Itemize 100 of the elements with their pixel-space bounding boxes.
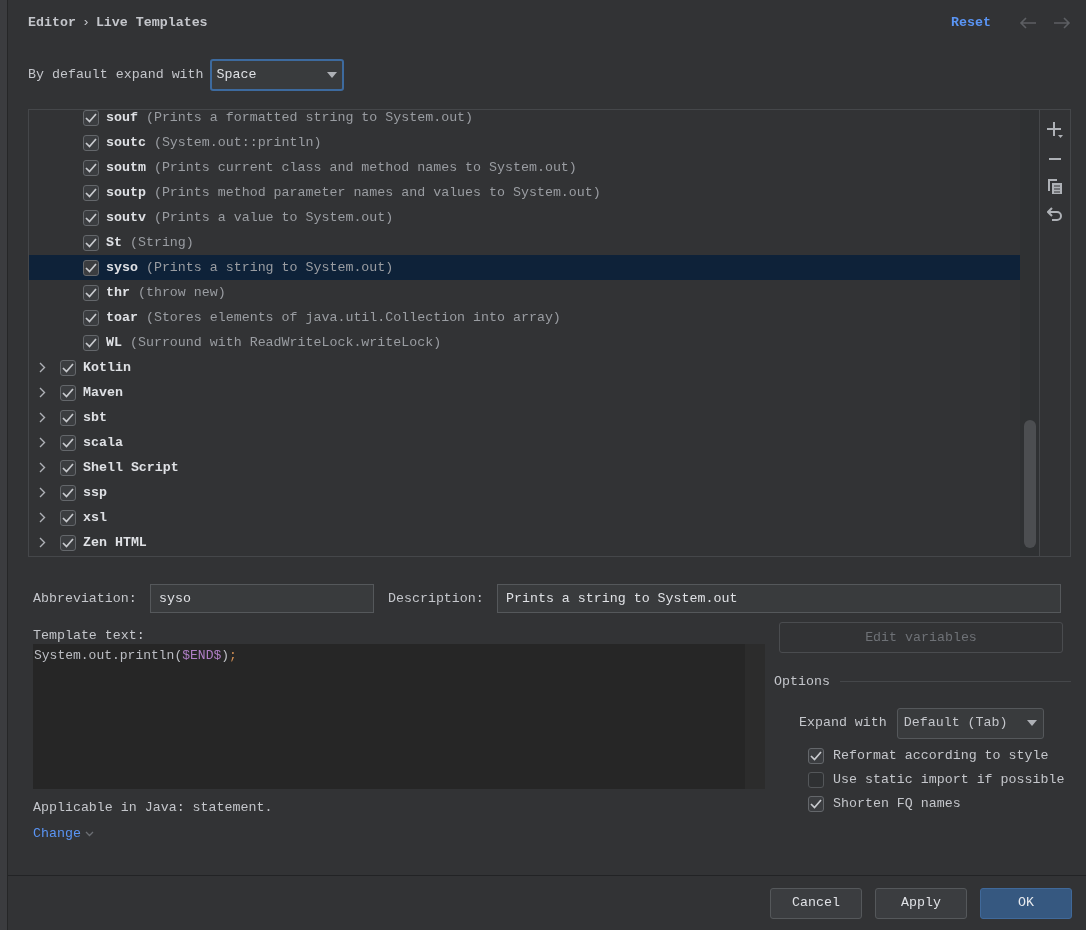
template-editor[interactable]: System.out.println($END$);: [33, 644, 765, 789]
breadcrumb-item: Live Templates: [95, 14, 208, 33]
group-row[interactable]: Zen HTML: [29, 530, 1020, 555]
scrollbar-thumb[interactable]: [1023, 420, 1036, 548]
dropdown-arrow-icon: [326, 72, 337, 78]
description-field[interactable]: Prints a string to System.out: [497, 584, 1061, 613]
checkbox[interactable]: [808, 747, 824, 764]
template-row[interactable]: soutc (System.out::println): [29, 130, 1020, 155]
checkbox[interactable]: [83, 259, 99, 276]
group-name: Kotlin: [83, 358, 131, 377]
template-abbreviation: soutm: [106, 158, 146, 177]
template-description: (Prints a value to System.out): [153, 208, 394, 227]
group-name: ssp: [83, 483, 107, 502]
add-icon[interactable]: [1046, 120, 1064, 140]
template-description: (Surround with ReadWriteLock.writeLock): [129, 333, 442, 352]
template-description: (String): [129, 233, 194, 252]
checkbox[interactable]: [60, 384, 76, 401]
template-description: (Prints a string to System.out): [145, 258, 394, 277]
template-description: (Prints current class and method names to System.out): [153, 158, 577, 177]
template-abbreviation: soutc: [106, 133, 146, 152]
chevron-icon[interactable]: [37, 411, 47, 424]
group-name: Zen HTML: [83, 533, 147, 552]
checkbox[interactable]: [83, 184, 99, 201]
template-abbreviation: toar: [106, 308, 138, 327]
checkbox[interactable]: [83, 234, 99, 251]
template-row[interactable]: thr (throw new): [29, 280, 1020, 305]
template-row[interactable]: syso (Prints a string to System.out): [29, 255, 1020, 280]
checkbox[interactable]: [83, 309, 99, 326]
reset-link[interactable]: Reset: [951, 13, 991, 33]
expand-key-dropdown[interactable]: Space: [209, 59, 344, 91]
template-abbreviation: syso: [106, 258, 138, 277]
expand-with-dropdown[interactable]: Default (Tab): [896, 707, 1044, 739]
chevron-icon[interactable]: [37, 361, 47, 374]
group-name: Maven: [83, 383, 123, 402]
copy-icon[interactable]: [1047, 178, 1063, 194]
template-description: (Stores elements of java.util.Collection into array): [145, 308, 561, 327]
group-row[interactable]: xsl: [29, 505, 1020, 530]
chevron-icon[interactable]: [37, 536, 47, 549]
template-row[interactable]: St (String): [29, 230, 1020, 255]
group-row[interactable]: Kotlin: [29, 355, 1020, 380]
checkbox[interactable]: [83, 209, 99, 226]
template-row[interactable]: WL (Surround with ReadWriteLock.writeLock): [29, 330, 1020, 355]
expand-default-label: By default expand with: [28, 66, 204, 85]
breadcrumb-separator: ›: [81, 14, 90, 33]
checkbox-label: Shorten FQ names: [833, 794, 961, 813]
checkbox-label: Reformat according to style: [833, 746, 1049, 765]
checkbox[interactable]: [60, 359, 76, 376]
applicable-context-text: Applicable in Java: statement.: [33, 799, 274, 817]
description-label: Description:: [388, 589, 485, 608]
chevron-icon[interactable]: [37, 486, 47, 499]
checkbox[interactable]: [83, 110, 99, 126]
group-row[interactable]: Shell Script: [29, 455, 1020, 480]
dialog-button[interactable]: Apply: [875, 887, 967, 919]
checkbox[interactable]: [83, 159, 99, 176]
abbreviation-label: Abbreviation:: [33, 589, 138, 608]
template-description: (Prints method parameter names and values to System.out): [153, 183, 601, 202]
group-row[interactable]: scala: [29, 430, 1020, 455]
template-abbreviation: souf: [106, 110, 138, 127]
ok-button[interactable]: OK: [980, 887, 1072, 919]
template-row[interactable]: soutm (Prints current class and method names to System.out): [29, 155, 1020, 180]
checkbox[interactable]: [60, 484, 76, 501]
expand-with-label: Expand with: [799, 714, 887, 733]
template-row[interactable]: soutp (Prints method parameter names and values to System.out): [29, 180, 1020, 205]
group-name: xsl: [83, 508, 107, 527]
checkbox[interactable]: [83, 134, 99, 151]
template-abbreviation: St: [106, 233, 122, 252]
group-row[interactable]: sbt: [29, 405, 1020, 430]
checkbox[interactable]: [808, 795, 824, 812]
breadcrumb-item: Editor: [28, 14, 76, 33]
checkbox[interactable]: [60, 534, 76, 551]
dropdown-arrow-icon: [1026, 720, 1037, 727]
template-description: (throw new): [137, 283, 226, 302]
group-row[interactable]: Maven: [29, 380, 1020, 405]
undo-icon[interactable]: [1047, 206, 1063, 222]
checkbox[interactable]: [83, 334, 99, 351]
chevron-icon[interactable]: [37, 436, 47, 449]
template-code-line: System.out.println($END$);: [34, 648, 237, 663]
checkbox[interactable]: [808, 771, 824, 788]
group-name: scala: [83, 433, 123, 452]
template-abbreviation: thr: [106, 283, 130, 302]
template-abbreviation: soutv: [106, 208, 146, 227]
template-abbreviation: WL: [106, 333, 122, 352]
checkbox[interactable]: [60, 509, 76, 526]
group-row[interactable]: ssp: [29, 480, 1020, 505]
template-text-label: Template text:: [33, 627, 146, 645]
checkbox[interactable]: [83, 284, 99, 301]
template-row[interactable]: toar (Stores elements of java.util.Collection into array): [29, 305, 1020, 330]
change-link[interactable]: Change: [33, 823, 94, 844]
template-row[interactable]: souf (Prints a formatted string to System.out): [29, 110, 1020, 130]
template-row[interactable]: soutv (Prints a value to System.out): [29, 205, 1020, 230]
dialog-button[interactable]: Cancel: [770, 887, 862, 919]
abbreviation-field[interactable]: syso: [150, 584, 374, 613]
chevron-icon[interactable]: [37, 386, 47, 399]
checkbox[interactable]: [60, 409, 76, 426]
checkbox[interactable]: [60, 459, 76, 476]
chevron-icon[interactable]: [37, 461, 47, 474]
checkbox[interactable]: [60, 434, 76, 451]
chevron-icon[interactable]: [37, 511, 47, 524]
group-name: sbt: [83, 408, 107, 427]
checkbox-label: Use static import if possible: [833, 770, 1065, 789]
